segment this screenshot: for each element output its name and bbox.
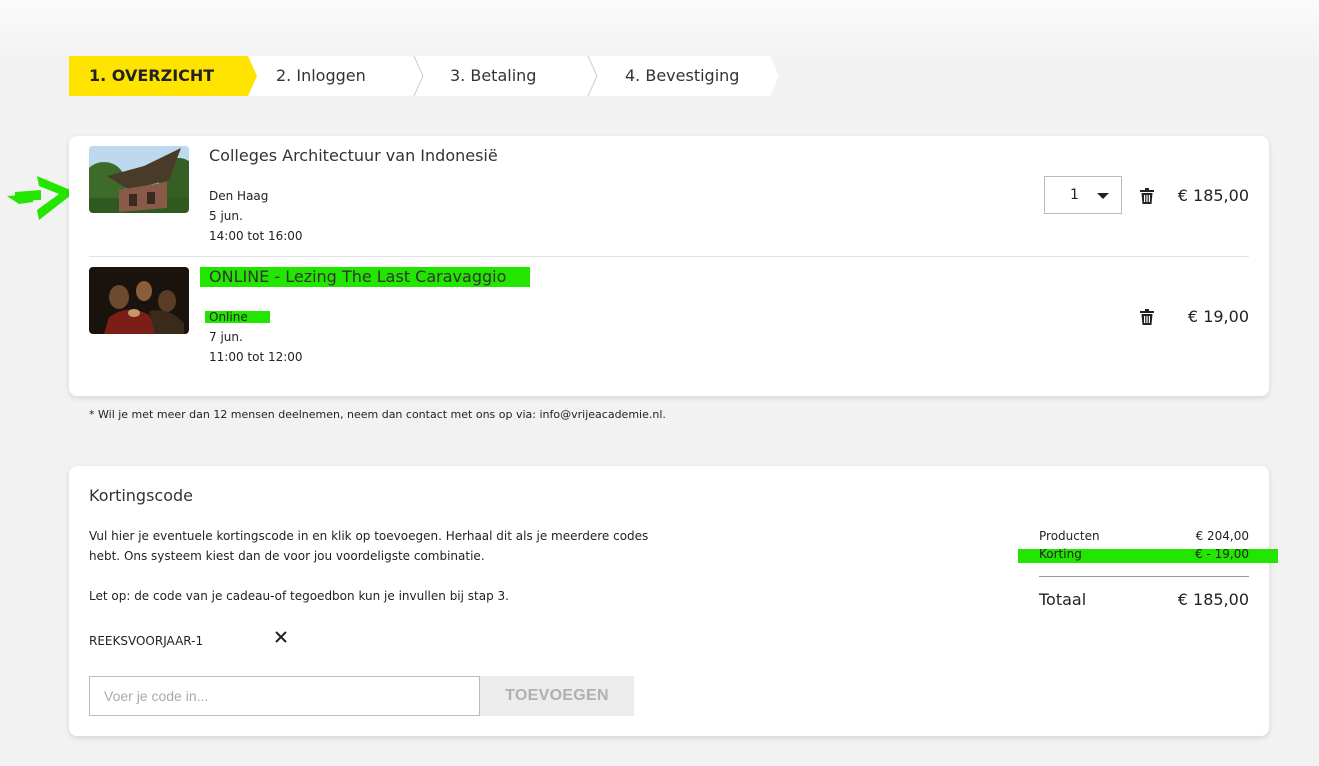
step-separator	[587, 56, 598, 96]
item-time: 11:00 tot 12:00	[209, 350, 303, 364]
item-thumbnail	[89, 267, 189, 334]
checkout-steps: 4. Bevestiging 3. Betaling 2. Inloggen 1…	[69, 56, 779, 96]
products-value: € 204,00	[1195, 529, 1249, 543]
item-details: Online 7 jun. 11:00 tot 12:00	[205, 307, 303, 367]
add-code-button[interactable]: TOEVOEGEN	[480, 676, 634, 716]
cart-items-card: Colleges Architectuur van Indonesië Den …	[69, 136, 1269, 396]
total-value: € 185,00	[1177, 590, 1249, 609]
discount-voucher-note: Let op: de code van je cadeau-of tegoedb…	[89, 589, 509, 603]
item-date: 5 jun.	[209, 209, 243, 223]
applied-code: REEKSVOORJAAR-1	[89, 634, 204, 648]
step-betaling: 3. Betaling	[421, 56, 606, 96]
step-bevestiging: 4. Bevestiging	[596, 56, 779, 96]
item-thumbnail	[89, 146, 189, 213]
trash-icon[interactable]	[1140, 188, 1154, 204]
step-overzicht: 1. OVERZICHT	[69, 56, 257, 96]
cart-item: ONLINE - Lezing The Last Caravaggio Onli…	[89, 267, 1249, 377]
arrow-annotation-icon	[7, 176, 75, 220]
discount-value: € - 19,00	[1195, 547, 1249, 561]
summary-divider	[1039, 576, 1249, 577]
item-location: Online	[205, 307, 303, 327]
item-divider	[89, 256, 1249, 257]
item-title[interactable]: ONLINE - Lezing The Last Caravaggio	[200, 267, 531, 287]
quantity-select[interactable]: 1	[1044, 176, 1122, 214]
cart-item: Colleges Architectuur van Indonesië Den …	[89, 146, 1249, 256]
item-title-text[interactable]: ONLINE - Lezing The Last Caravaggio	[200, 267, 531, 287]
chevron-down-icon	[1097, 193, 1109, 199]
item-title[interactable]: Colleges Architectuur van Indonesië	[209, 146, 498, 165]
item-price: € 185,00	[1177, 186, 1249, 205]
discount-title: Kortingscode	[89, 486, 193, 505]
quantity-value: 1	[1070, 187, 1079, 203]
step-inloggen[interactable]: 2. Inloggen	[247, 56, 432, 96]
item-price: € 19,00	[1187, 307, 1249, 326]
discount-code-input[interactable]	[89, 676, 480, 716]
group-contact-note: * Wil je met meer dan 12 mensen deelneme…	[89, 408, 666, 421]
summary-products-row: Producten € 204,00	[1039, 529, 1249, 547]
item-location: Den Haag	[209, 189, 269, 203]
total-label: Totaal	[1039, 590, 1087, 609]
item-date: 7 jun.	[209, 330, 243, 344]
step-separator	[413, 56, 424, 96]
item-details: Den Haag 5 jun. 14:00 tot 16:00	[209, 186, 303, 246]
discount-label: Korting	[1039, 547, 1082, 561]
discount-instructions: Vul hier je eventuele kortingscode in en…	[89, 529, 649, 563]
close-icon[interactable]	[274, 630, 288, 644]
item-location-text: Online	[205, 311, 270, 323]
products-label: Producten	[1039, 529, 1100, 543]
trash-icon[interactable]	[1140, 309, 1154, 325]
discount-card: Kortingscode Vul hier je eventuele korti…	[69, 466, 1278, 736]
item-time: 14:00 tot 16:00	[209, 229, 303, 243]
summary-discount-row: Korting € - 19,00	[1018, 547, 1278, 563]
